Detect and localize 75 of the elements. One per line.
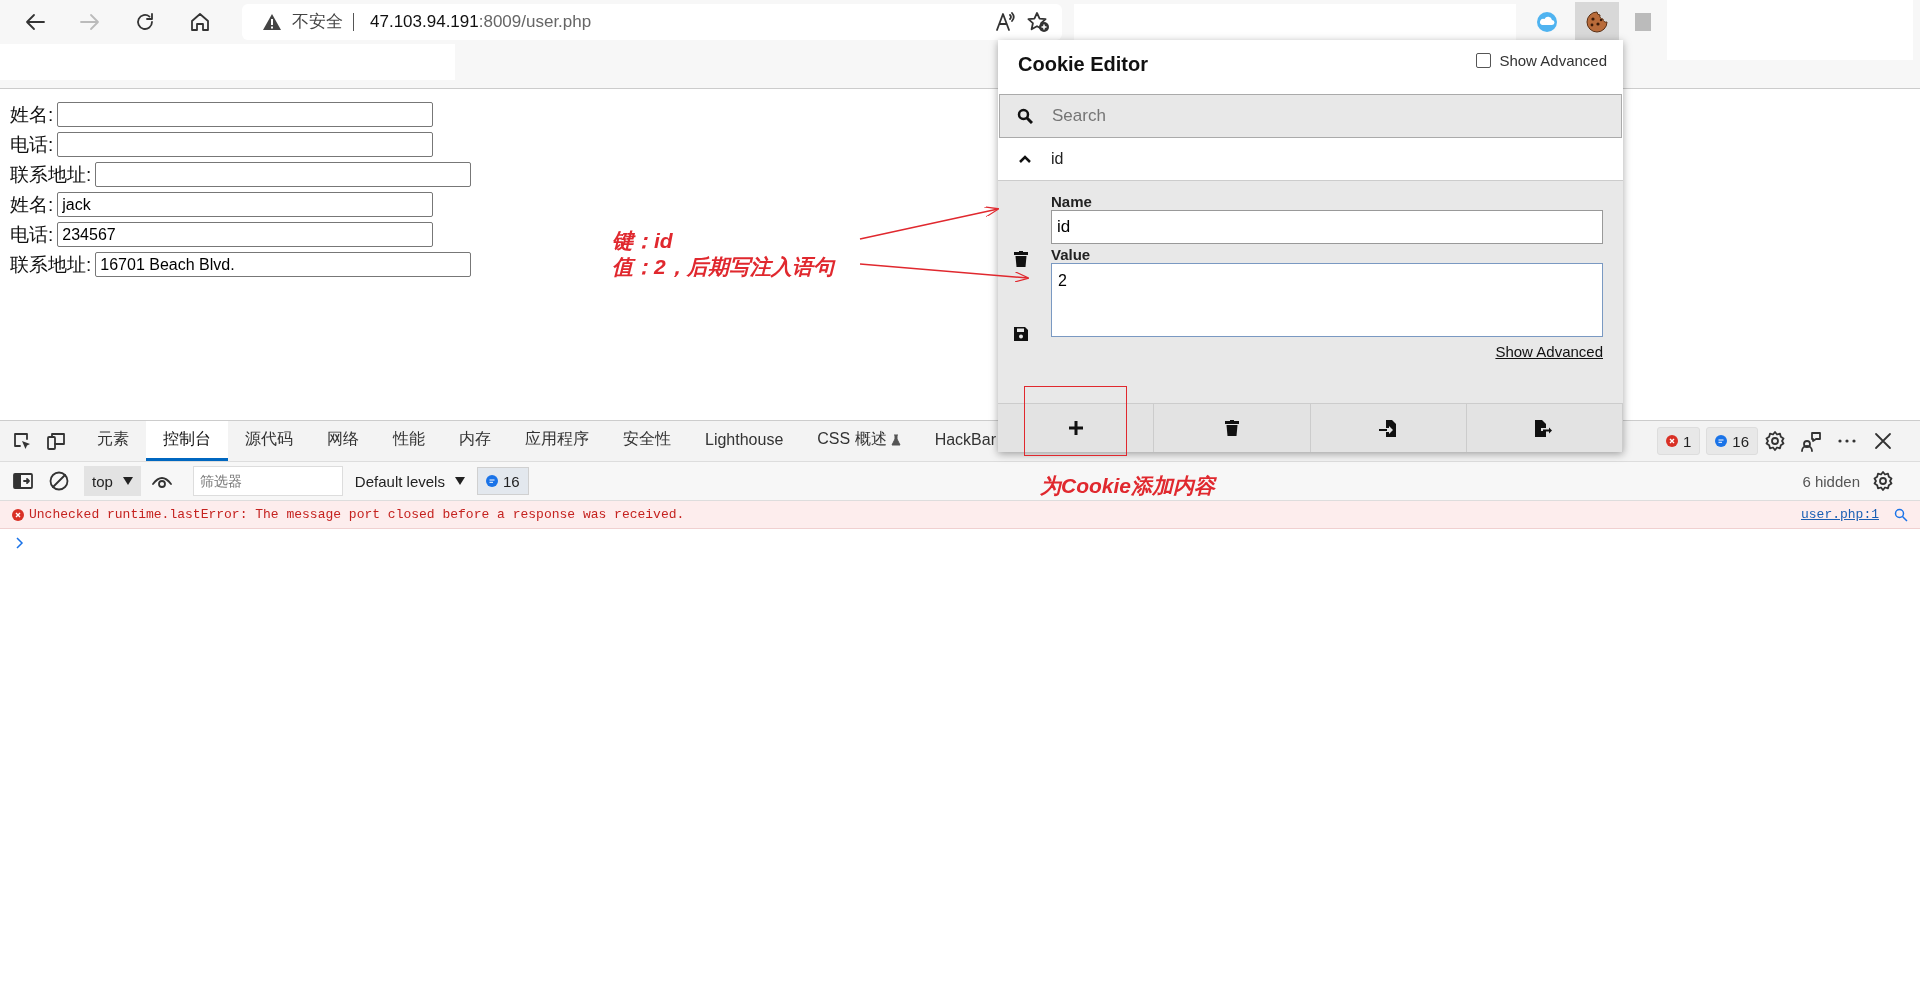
trash-icon bbox=[1224, 420, 1239, 436]
devtools-tab[interactable]: 性能 bbox=[376, 421, 442, 461]
field-label: 姓名: bbox=[10, 102, 54, 127]
show-advanced-link[interactable]: Show Advanced bbox=[1495, 343, 1603, 360]
back-icon[interactable] bbox=[24, 11, 46, 33]
inspect-icon[interactable] bbox=[12, 431, 32, 451]
source-link[interactable]: user.php:1 bbox=[1801, 507, 1879, 522]
chevron-up-icon bbox=[1019, 155, 1031, 163]
value-field[interactable]: 2 bbox=[1051, 263, 1603, 337]
input-field[interactable]: 234567 bbox=[57, 222, 434, 247]
feedback-icon[interactable] bbox=[1800, 430, 1822, 452]
sidebar-icon[interactable] bbox=[12, 471, 34, 491]
devtools-tab[interactable]: 控制台 bbox=[146, 421, 228, 461]
cookie-extension-button[interactable] bbox=[1575, 2, 1619, 42]
annotation-text: 键：id 值：2，后期写注入语句 bbox=[612, 228, 834, 280]
input-field[interactable]: 16701 Beach Blvd. bbox=[95, 252, 472, 277]
field-label: 联系地址: bbox=[10, 162, 92, 187]
field-label: Value bbox=[1051, 246, 1092, 263]
devtools-tab[interactable]: 应用程序 bbox=[508, 421, 606, 461]
field-label: 电话: bbox=[10, 222, 54, 247]
name-field[interactable]: id bbox=[1051, 210, 1603, 244]
devtools-tab[interactable]: 源代码 bbox=[228, 421, 310, 461]
prompt-caret-icon[interactable] bbox=[16, 537, 24, 549]
error-icon bbox=[12, 508, 24, 521]
levels-dropdown[interactable]: Default levels bbox=[354, 472, 465, 490]
caret-icon bbox=[122, 477, 133, 485]
devtools-tab[interactable]: 网络 bbox=[310, 421, 376, 461]
search-icon[interactable] bbox=[1894, 507, 1908, 522]
field-label: Name bbox=[1051, 193, 1093, 210]
reload-icon[interactable] bbox=[134, 11, 156, 33]
clear-icon[interactable] bbox=[48, 470, 70, 492]
cookie-icon bbox=[1585, 10, 1609, 34]
filter-field[interactable]: 筛选器 bbox=[192, 466, 343, 496]
warning-icon bbox=[262, 13, 282, 31]
popup-title: Cookie Editor bbox=[1018, 52, 1148, 76]
error-count[interactable]: 1 bbox=[1656, 427, 1701, 455]
devtools-tab[interactable]: 元素 bbox=[80, 421, 146, 461]
input-field[interactable] bbox=[57, 102, 434, 127]
message-count[interactable]: 16 bbox=[1706, 427, 1758, 455]
plus-icon bbox=[1067, 420, 1084, 436]
address-bar[interactable]: 不安全 47.103.94.191:8009/user.php bbox=[242, 4, 1062, 40]
issues-badge[interactable]: 16 bbox=[476, 467, 529, 495]
message-icon bbox=[1715, 435, 1728, 447]
settings-icon[interactable] bbox=[1764, 430, 1786, 452]
file-export-icon bbox=[1535, 419, 1554, 437]
file-import-icon bbox=[1379, 419, 1398, 437]
message-icon bbox=[485, 475, 498, 487]
search-field[interactable]: Search bbox=[999, 94, 1622, 138]
show-advanced-checkbox[interactable]: Show Advanced bbox=[1476, 52, 1607, 69]
devtools-tab[interactable]: Lighthouse bbox=[688, 421, 801, 461]
close-icon[interactable] bbox=[1872, 430, 1894, 452]
settings-icon[interactable] bbox=[1872, 470, 1894, 492]
field-label: 联系地址: bbox=[10, 252, 92, 277]
error-icon bbox=[1665, 435, 1678, 447]
console-message: Unchecked runtime.lastError: The message port closed before a response was received. bbox=[29, 507, 685, 522]
star-plus-icon[interactable] bbox=[1026, 11, 1050, 33]
read-aloud-icon[interactable] bbox=[994, 11, 1016, 33]
devtools-tab[interactable]: 安全性 bbox=[606, 421, 688, 461]
home-icon[interactable] bbox=[189, 11, 211, 33]
input-field[interactable] bbox=[95, 162, 472, 187]
field-label: 姓名: bbox=[10, 192, 54, 217]
devtools-tab[interactable]: CSS 概述 bbox=[800, 421, 918, 461]
caret-icon bbox=[454, 477, 465, 485]
trash-icon[interactable] bbox=[1014, 251, 1028, 267]
security-label: 不安全 bbox=[292, 13, 354, 31]
input-field[interactable]: jack bbox=[57, 192, 434, 217]
context-dropdown[interactable]: top bbox=[84, 466, 141, 496]
url-text: 47.103.94.191:8009/user.php bbox=[370, 12, 592, 32]
input-field[interactable] bbox=[57, 132, 434, 157]
devtools-tab[interactable]: 内存 bbox=[442, 421, 508, 461]
field-label: 电话: bbox=[10, 132, 54, 157]
annotation-text: 为Cookie添加内容 bbox=[1040, 473, 1215, 499]
hidden-count: 6 hidden bbox=[1802, 472, 1860, 490]
save-icon[interactable] bbox=[1014, 327, 1028, 341]
device-icon[interactable] bbox=[46, 431, 66, 451]
